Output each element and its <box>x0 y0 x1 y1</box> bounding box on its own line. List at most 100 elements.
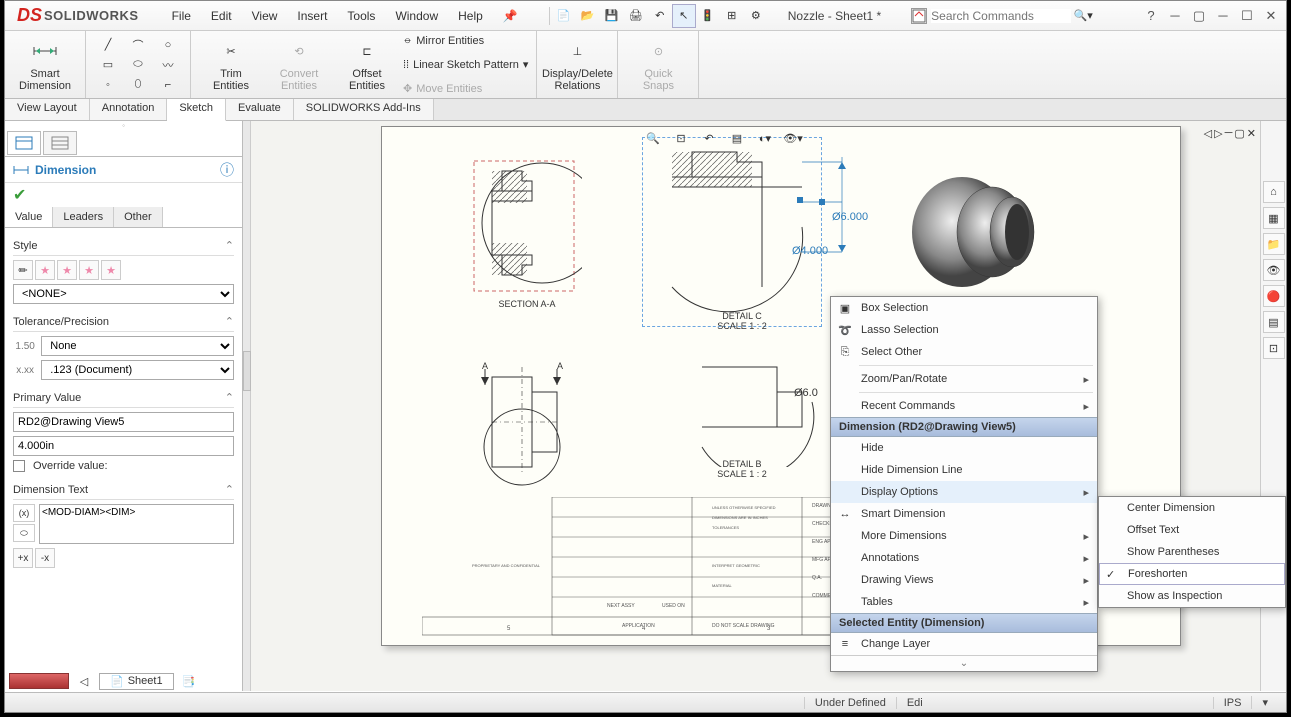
rt-appearance-icon[interactable]: 🔴 <box>1263 285 1285 307</box>
rt-custom-icon[interactable]: ⊡ <box>1263 337 1285 359</box>
sub-show-parentheses[interactable]: Show Parentheses <box>1099 541 1285 563</box>
ctx-annotations[interactable]: Annotations▸ <box>831 547 1097 569</box>
panel-help-icon[interactable]: ⓘ <box>220 160 234 180</box>
rt-decal-icon[interactable]: ▤ <box>1263 311 1285 333</box>
panel-ok-button[interactable]: ✔ <box>5 183 242 207</box>
menu-tools[interactable]: Tools <box>338 5 384 27</box>
mirror-entities-button[interactable]: ⦵Mirror Entities <box>403 32 528 50</box>
ctx-smart-dimension[interactable]: ↔Smart Dimension <box>831 503 1097 525</box>
dim-62-text[interactable]: Ø6.0 <box>794 387 818 399</box>
tolerance-type-select[interactable]: None <box>41 336 234 356</box>
ctx-hide[interactable]: Hide <box>831 437 1097 459</box>
dimtext-icon-2[interactable]: ⬭ <box>13 524 35 542</box>
convert-entities-button[interactable]: ⟲ Convert Entities <box>267 38 331 92</box>
search-glass-icon[interactable]: 🔍▾ <box>1071 4 1095 28</box>
canvas-close-icon[interactable]: ✕ <box>1247 127 1256 140</box>
minimize-inner-icon[interactable]: ─ <box>1164 7 1186 25</box>
dimension-text-input[interactable]: <MOD-DIAM><DIM> <box>39 504 234 544</box>
override-checkbox[interactable] <box>13 460 25 472</box>
minimize-icon[interactable]: ─ <box>1212 7 1234 25</box>
subtab-other[interactable]: Other <box>114 207 163 227</box>
prev-view-icon[interactable]: ↶ <box>697 128 721 148</box>
slot-tool-icon[interactable]: ⬭ <box>124 56 152 74</box>
ctx-expand-icon[interactable]: ⌄ <box>831 655 1097 671</box>
tab-view-layout[interactable]: View Layout <box>5 99 90 120</box>
point-tool-icon[interactable]: ◦ <box>94 76 122 94</box>
section-view-icon[interactable]: ▤ <box>725 128 749 148</box>
menu-edit[interactable]: Edit <box>202 5 241 27</box>
dimtext-bottom-icon-2[interactable]: -x <box>35 548 55 568</box>
sheet-add-icon[interactable]: 📑 <box>174 673 204 689</box>
style-icon-1[interactable]: ✏ <box>13 260 33 280</box>
rt-view-icon[interactable]: 👁 <box>1263 259 1285 281</box>
open-icon[interactable]: 📂 <box>576 4 600 28</box>
style-icon-3[interactable]: ★ <box>57 260 77 280</box>
subtab-value[interactable]: Value <box>5 207 53 227</box>
smart-dimension-button[interactable]: Smart Dimension <box>13 38 77 92</box>
section-primary-header[interactable]: Primary Value⌃ <box>13 388 234 408</box>
maximize-icon[interactable]: ☐ <box>1236 7 1258 25</box>
style-icon-2[interactable]: ★ <box>35 260 55 280</box>
ctx-drawing-views[interactable]: Drawing Views▸ <box>831 569 1097 591</box>
zoom-fit-icon[interactable]: 🔍 <box>641 128 665 148</box>
circle-tool-icon[interactable]: ○ <box>154 36 182 54</box>
display-delete-relations-button[interactable]: ⊥ Display/Delete Relations <box>545 38 609 92</box>
ctx-select-other[interactable]: ⎘Select Other <box>831 341 1097 363</box>
menu-view[interactable]: View <box>243 5 287 27</box>
menu-insert[interactable]: Insert <box>288 5 336 27</box>
sheet-tab-1[interactable]: 📄Sheet1 <box>99 673 174 690</box>
help-icon[interactable]: ? <box>1140 7 1162 25</box>
ctx-display-options[interactable]: Display Options▸ <box>831 481 1097 503</box>
offset-entities-button[interactable]: ⊏ Offset Entities <box>335 38 399 92</box>
menu-file[interactable]: File <box>163 5 200 27</box>
options-icon[interactable]: ⊞ <box>720 4 744 28</box>
canvas-max-icon[interactable]: ▢ <box>1234 127 1244 140</box>
subtab-leaders[interactable]: Leaders <box>53 207 114 227</box>
rt-folder-icon[interactable]: 📁 <box>1263 233 1285 255</box>
menu-help[interactable]: Help <box>449 5 492 27</box>
panel-tab-property-icon[interactable] <box>43 131 77 155</box>
section-tolerance-header[interactable]: Tolerance/Precision⌃ <box>13 312 234 332</box>
divider-handle-icon[interactable] <box>243 351 251 391</box>
status-units[interactable]: IPS <box>1213 697 1252 709</box>
dimtext-icon-1[interactable]: (x) <box>13 504 35 522</box>
print-icon[interactable]: 🖨 <box>624 4 648 28</box>
new-doc-icon[interactable]: 📄 <box>552 4 576 28</box>
move-entities-button[interactable]: ✥Move Entities <box>403 80 528 98</box>
gear-icon[interactable]: ⚙ <box>744 4 768 28</box>
select-icon[interactable]: ↖ <box>672 4 696 28</box>
hide-show-icon[interactable]: 👁▾ <box>781 128 805 148</box>
sub-offset-text[interactable]: Offset Text <box>1099 519 1285 541</box>
rt-home-icon[interactable]: ⌂ <box>1263 181 1285 203</box>
canvas-prev-icon[interactable]: ◁ <box>1204 127 1212 140</box>
zoom-area-icon[interactable]: ⊡ <box>669 128 693 148</box>
ctx-lasso-selection[interactable]: ➰Lasso Selection <box>831 319 1097 341</box>
panel-divider[interactable] <box>243 121 251 691</box>
style-icon-5[interactable]: ★ <box>101 260 121 280</box>
rebuild-icon[interactable]: 🚦 <box>696 4 720 28</box>
tab-sketch[interactable]: Sketch <box>167 99 226 121</box>
sheet-prev-icon[interactable]: ◁ <box>69 673 99 689</box>
fillet-tool-icon[interactable]: ⌐ <box>154 76 182 94</box>
tab-evaluate[interactable]: Evaluate <box>226 99 294 120</box>
linear-pattern-button[interactable]: ⁞⁞Linear Sketch Pattern▾ <box>403 56 528 74</box>
primary-value-input[interactable] <box>13 436 234 456</box>
sub-center-dimension[interactable]: Center Dimension <box>1099 497 1285 519</box>
dim-4-text[interactable]: Ø4.000 <box>792 245 828 257</box>
ctx-change-layer[interactable]: ≡Change Layer <box>831 633 1097 655</box>
dim-6-text[interactable]: Ø6.000 <box>832 211 868 223</box>
ctx-box-selection[interactable]: ▣Box Selection <box>831 297 1097 319</box>
pin-icon[interactable]: 📌 <box>494 5 527 27</box>
undo-icon[interactable]: ↶ <box>648 4 672 28</box>
primary-name-input[interactable] <box>13 412 234 432</box>
trim-entities-button[interactable]: ✂ Trim Entities <box>199 38 263 92</box>
menu-window[interactable]: Window <box>386 5 447 27</box>
restore-inner-icon[interactable]: ▢ <box>1188 7 1210 25</box>
ellipse-tool-icon[interactable]: ⬯ <box>124 76 152 94</box>
save-icon[interactable]: 💾 <box>600 4 624 28</box>
style-icon-4[interactable]: ★ <box>79 260 99 280</box>
line-tool-icon[interactable]: ╱ <box>94 36 122 54</box>
precision-select[interactable]: .123 (Document) <box>41 360 234 380</box>
sub-show-inspection[interactable]: Show as Inspection <box>1099 585 1285 607</box>
ctx-zoom-pan-rotate[interactable]: Zoom/Pan/Rotate▸ <box>831 368 1097 390</box>
